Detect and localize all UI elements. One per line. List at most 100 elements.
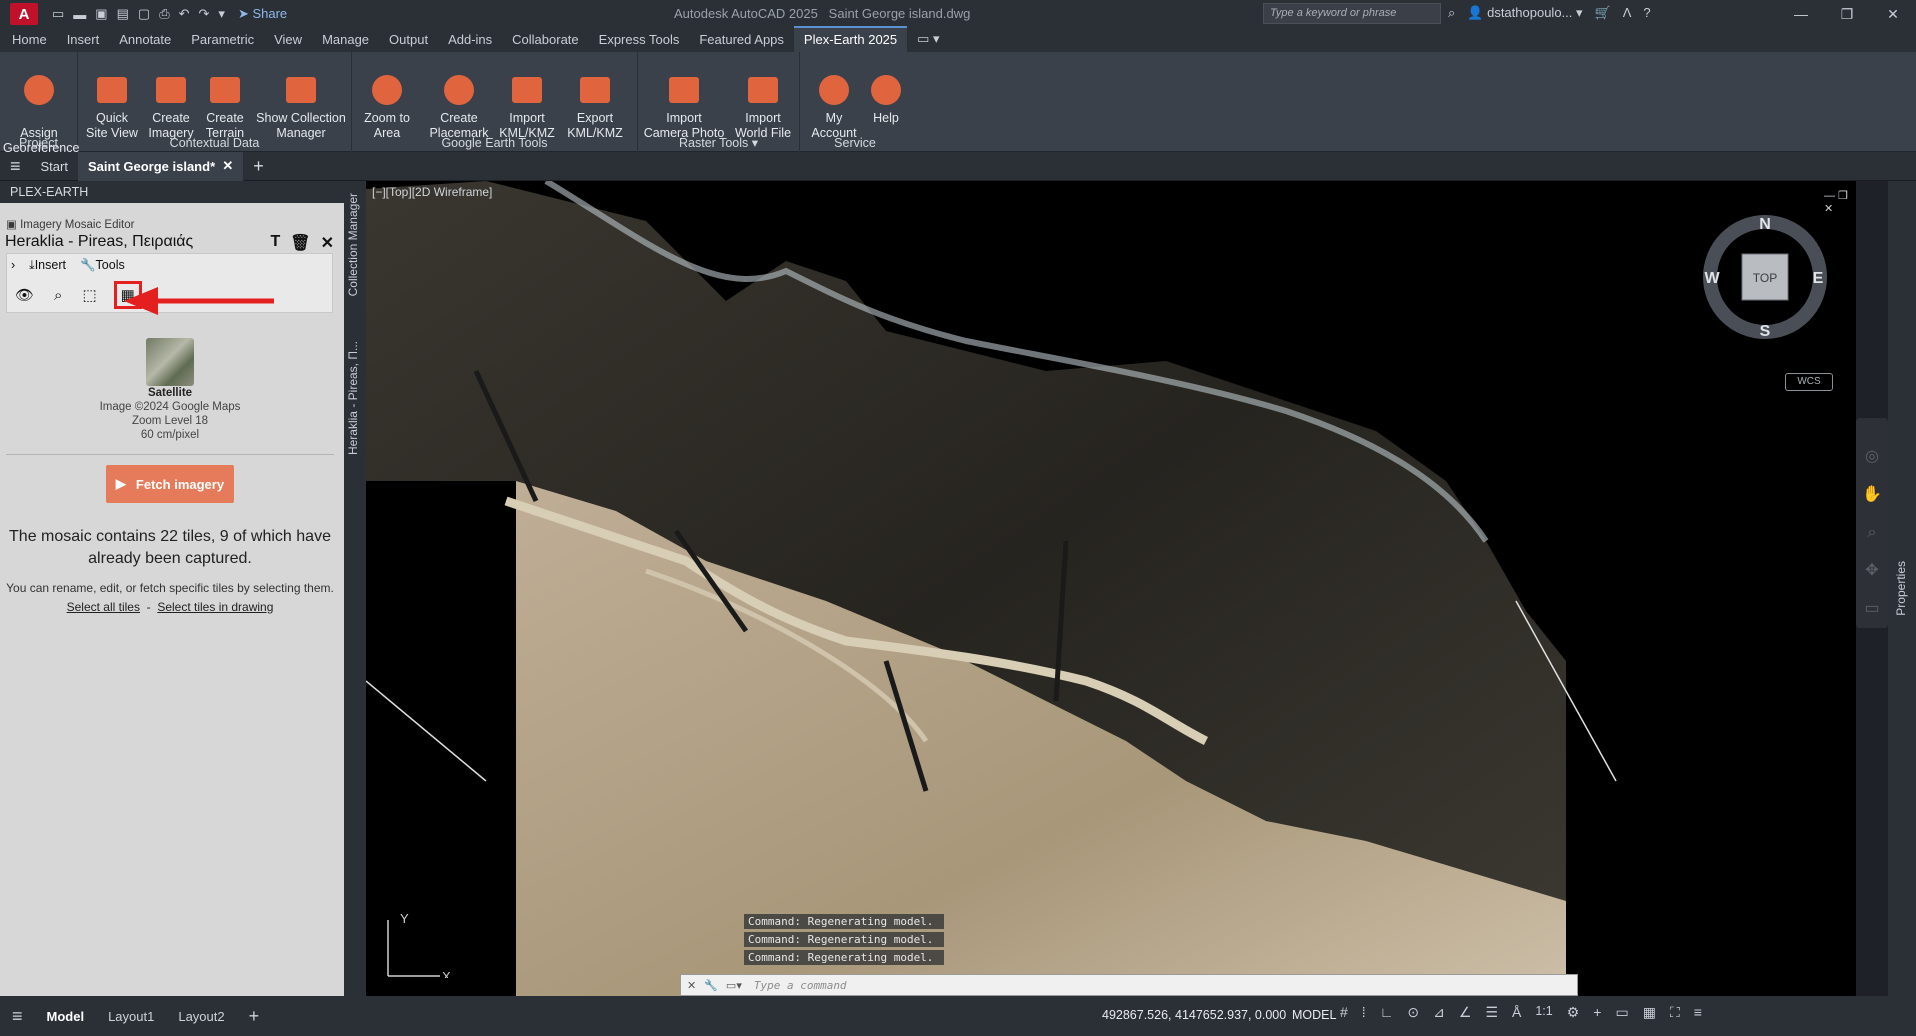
compass-east[interactable]: E bbox=[1813, 270, 1824, 287]
minimize-icon[interactable]: — bbox=[1778, 0, 1824, 28]
add-icon[interactable]: + bbox=[1593, 1004, 1601, 1021]
customize-status-icon[interactable]: ≡ bbox=[1694, 1004, 1702, 1021]
tab-collaborate[interactable]: Collaborate bbox=[502, 28, 589, 52]
status-menu-icon[interactable]: ≡ bbox=[0, 1006, 35, 1027]
insert-menu[interactable]: ⤓Insert bbox=[29, 258, 66, 273]
tab-plex-earth[interactable]: Plex-Earth 2025 bbox=[793, 26, 908, 52]
command-input[interactable]: Type a command bbox=[754, 979, 847, 992]
tools-menu[interactable]: 🔧Tools bbox=[80, 258, 125, 273]
compass-south[interactable]: S bbox=[1760, 323, 1771, 340]
tab-saint-george-island[interactable]: Saint George island* ✕ bbox=[77, 151, 244, 181]
settings-icon[interactable]: ⚙ bbox=[1567, 1004, 1580, 1021]
autocad-logo[interactable]: A bbox=[10, 3, 38, 25]
create-placemark-button[interactable]: Create Placemark bbox=[426, 58, 492, 141]
model-space-toggle[interactable]: MODEL bbox=[1292, 1008, 1336, 1022]
annotation-scale[interactable]: 1:1 bbox=[1535, 1004, 1552, 1021]
redo-icon[interactable]: ↷ bbox=[199, 6, 210, 22]
new-file-icon[interactable]: ▭ bbox=[52, 6, 64, 22]
lineweight-icon[interactable]: ☰ bbox=[1485, 1004, 1498, 1021]
eye-icon[interactable]: 👁 bbox=[15, 286, 34, 304]
tab-manage[interactable]: Manage bbox=[312, 28, 379, 52]
command-line[interactable]: ✕ 🔧 ▭▾ Type a command bbox=[680, 974, 1578, 996]
save-icon[interactable]: ▣ bbox=[95, 6, 107, 22]
select-tiles-icon[interactable]: ⬚ bbox=[82, 286, 96, 304]
share-button[interactable]: ➤ Share bbox=[238, 6, 287, 22]
select-all-tiles-link[interactable]: Select all tiles bbox=[67, 600, 140, 614]
import-kml-button[interactable]: Import KML/KMZ bbox=[496, 58, 558, 141]
cart-icon[interactable]: 🛒 bbox=[1595, 5, 1611, 21]
tab-insert[interactable]: Insert bbox=[57, 28, 110, 52]
close-icon[interactable]: ✕ bbox=[1870, 0, 1916, 28]
tab-start[interactable]: Start bbox=[31, 152, 78, 181]
print-icon[interactable]: ⎙ bbox=[159, 6, 169, 22]
customize-icon[interactable]: 🔧 bbox=[704, 979, 718, 992]
save-as-icon[interactable]: ▤ bbox=[117, 6, 129, 22]
tab-heraklia-mosaic[interactable]: Heraklia - Pireas, Π... bbox=[346, 341, 360, 455]
tab-view[interactable]: View bbox=[264, 28, 312, 52]
osnap-icon[interactable]: ⊿ bbox=[1433, 1004, 1445, 1021]
viewcube-top-face[interactable]: TOP bbox=[1753, 271, 1777, 285]
units-icon[interactable]: ▭ bbox=[1615, 1004, 1628, 1021]
show-collection-manager-button[interactable]: Show Collection Manager bbox=[254, 58, 348, 141]
grid-icon[interactable]: # bbox=[1340, 1004, 1348, 1021]
create-imagery-button[interactable]: Create Imagery bbox=[146, 58, 196, 141]
viewcube[interactable]: TOP N S E W bbox=[1700, 212, 1830, 342]
tab-model[interactable]: Model bbox=[35, 1009, 97, 1024]
compass-west[interactable]: W bbox=[1704, 270, 1720, 287]
annotation-icon[interactable]: Å bbox=[1512, 1004, 1521, 1021]
zoom-icon[interactable]: ⌕ bbox=[54, 287, 62, 304]
tab-express-tools[interactable]: Express Tools bbox=[589, 28, 690, 52]
recent-commands-icon[interactable]: ▭▾ bbox=[726, 979, 742, 992]
tab-output[interactable]: Output bbox=[379, 28, 438, 52]
add-layout-icon[interactable]: + bbox=[237, 1006, 272, 1027]
open-folder-icon[interactable]: ▬ bbox=[73, 7, 86, 22]
select-tiles-in-drawing-link[interactable]: Select tiles in drawing bbox=[157, 600, 273, 614]
new-tab-icon[interactable]: + bbox=[243, 152, 274, 181]
zoom-to-area-button[interactable]: Zoom to Area bbox=[356, 58, 418, 141]
orbit-icon[interactable]: ✥ bbox=[1856, 552, 1888, 590]
tab-parametric[interactable]: Parametric bbox=[181, 28, 264, 52]
autodesk-icon[interactable]: Λ bbox=[1623, 5, 1632, 21]
panel-label-raster[interactable]: Raster Tools ▾ bbox=[638, 135, 799, 150]
showmotion-icon[interactable]: ▭ bbox=[1856, 590, 1888, 628]
my-account-button[interactable]: My Account bbox=[804, 58, 864, 141]
otrack-icon[interactable]: ∠ bbox=[1459, 1004, 1472, 1021]
help-icon[interactable]: ? bbox=[1643, 5, 1650, 21]
hardware-acceleration-icon[interactable]: ▦ bbox=[1643, 1004, 1656, 1021]
fetch-imagery-button[interactable]: ▶ Fetch imagery bbox=[106, 465, 234, 503]
tab-collection-manager[interactable]: Collection Manager bbox=[346, 193, 360, 296]
customize-dropdown-icon[interactable]: ▾ bbox=[218, 6, 225, 22]
fullscreen-icon[interactable]: ⛶ bbox=[1670, 1004, 1680, 1021]
tab-layout1[interactable]: Layout1 bbox=[96, 1009, 166, 1024]
drawing-viewport[interactable]: [−][Top][2D Wireframe] — ❐ ✕ bbox=[366, 181, 1856, 996]
app-menu-icon[interactable]: ≡ bbox=[0, 152, 31, 181]
ortho-icon[interactable]: ∟ bbox=[1380, 1004, 1394, 1021]
import-world-file-button[interactable]: Import World File bbox=[730, 58, 796, 141]
expand-icon[interactable]: › bbox=[11, 258, 15, 273]
viewport-controls[interactable]: [−][Top][2D Wireframe] bbox=[372, 185, 492, 199]
open-web-icon[interactable]: ▢ bbox=[138, 6, 150, 22]
snap-icon[interactable]: ⁞ bbox=[1362, 1004, 1366, 1021]
zoom-extents-icon[interactable]: ⌕ bbox=[1856, 514, 1888, 552]
rename-icon[interactable]: T bbox=[271, 233, 281, 253]
help-button[interactable]: Help bbox=[866, 58, 906, 126]
tab-layout2[interactable]: Layout2 bbox=[166, 1009, 236, 1024]
undo-icon[interactable]: ↶ bbox=[179, 6, 190, 22]
user-account[interactable]: 👤 dstathopoulo... ▾ bbox=[1467, 5, 1582, 21]
tab-home[interactable]: Home bbox=[2, 28, 57, 52]
close-command-icon[interactable]: ✕ bbox=[687, 979, 696, 992]
search-icon[interactable]: ⌕ bbox=[1448, 5, 1455, 21]
compass-north[interactable]: N bbox=[1759, 216, 1771, 233]
search-input[interactable]: Type a keyword or phrase bbox=[1263, 3, 1441, 24]
tab-properties[interactable]: Properties bbox=[1894, 561, 1908, 616]
coordinates-readout[interactable]: 492867.526, 4147652.937, 0.000 bbox=[1102, 1008, 1286, 1022]
pan-icon[interactable]: ✋ bbox=[1856, 476, 1888, 514]
polar-icon[interactable]: ⊙ bbox=[1407, 1004, 1419, 1021]
close-icon[interactable]: ✕ bbox=[321, 233, 334, 253]
quick-site-view-button[interactable]: Quick Site View bbox=[82, 58, 142, 141]
steering-wheel-icon[interactable]: ◎ bbox=[1856, 438, 1888, 476]
satellite-thumbnail[interactable] bbox=[146, 338, 194, 386]
import-camera-photo-button[interactable]: Import Camera Photo bbox=[642, 58, 726, 141]
wcs-menu[interactable]: WCS bbox=[1785, 373, 1833, 391]
tab-featured-apps[interactable]: Featured Apps bbox=[689, 28, 794, 52]
